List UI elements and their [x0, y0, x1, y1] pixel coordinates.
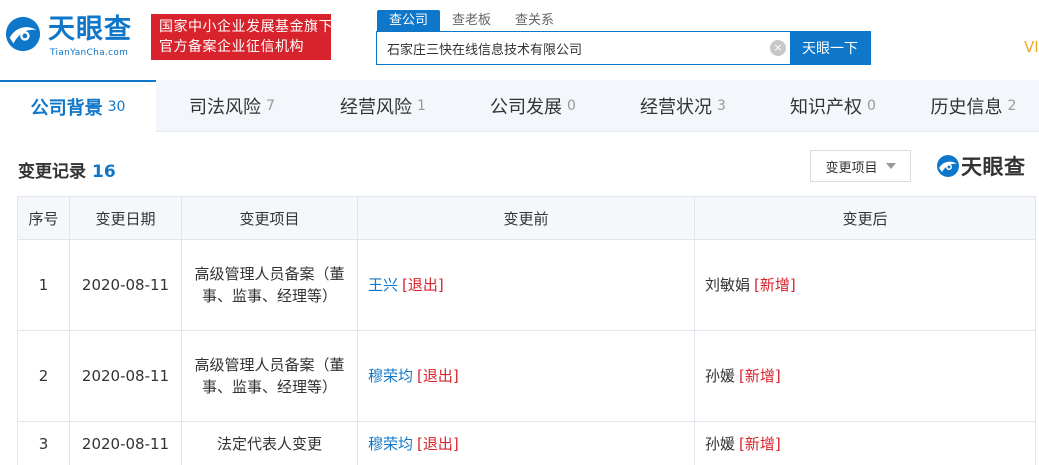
- search-box: × 天眼一下: [376, 31, 871, 65]
- tab-search-relation[interactable]: 查关系: [503, 10, 566, 32]
- search-type-tabs: 查公司 查老板 查关系: [377, 10, 566, 32]
- person-link[interactable]: 穆荣均: [368, 435, 413, 453]
- exit-tag: [退出]: [417, 435, 459, 453]
- column-header-item: 变更项目: [181, 196, 358, 240]
- tab-count: 3: [717, 98, 726, 114]
- tab-label: 公司发展: [490, 97, 563, 118]
- tab-intellectual-property[interactable]: 知识产权 0: [758, 80, 908, 132]
- cell-item: 高级管理人员备案（董事、监事、经理等）: [181, 239, 358, 331]
- change-item-text: 高级管理人员备案（董事、监事、经理等）: [194, 265, 345, 305]
- change-item-text: 法定代表人变更: [216, 435, 322, 453]
- tab-history-info[interactable]: 历史信息 2: [908, 80, 1039, 132]
- cell-after: 孙媛 [新增]: [694, 330, 1036, 422]
- clear-glyph: ×: [770, 40, 786, 56]
- tab-label: 知识产权: [790, 97, 863, 118]
- table-row: 1 2020-08-11 高级管理人员备案（董事、监事、经理等） 王兴 [退出] …: [17, 239, 1036, 331]
- cell-before: 穆荣均 [退出]: [357, 421, 695, 465]
- tab-operating-status[interactable]: 经营状况 3: [608, 80, 758, 132]
- person-name: 刘敏娟: [705, 276, 751, 294]
- gov-badge: 国家中小企业发展基金旗下 官方备案企业征信机构: [151, 14, 333, 60]
- badge-line-1: 国家中小企业发展基金旗下: [159, 19, 333, 35]
- section-count: 16: [92, 162, 116, 182]
- change-record-table: 序号 变更日期 变更项目 变更前 变更后 1 2020-08-11 高级管理人员…: [17, 196, 1036, 465]
- exit-tag: [退出]: [402, 276, 444, 294]
- new-tag: [新增]: [754, 276, 796, 294]
- cell-index: 1: [17, 239, 70, 331]
- change-item-text: 高级管理人员备案（董事、监事、经理等）: [194, 356, 345, 396]
- cell-after: 孙媛 [新增]: [694, 421, 1036, 465]
- column-header-index: 序号: [17, 196, 70, 240]
- tab-count: 2: [1007, 98, 1017, 114]
- section-title: 变更记录 16: [18, 157, 116, 182]
- logo-domain: TianYanCha.com: [50, 48, 129, 58]
- cell-before: 王兴 [退出]: [357, 239, 695, 331]
- table-header-row: 序号 变更日期 变更项目 变更前 变更后: [17, 196, 1036, 240]
- person-name: 孙媛: [705, 435, 736, 453]
- tab-label: 经营状况: [640, 97, 713, 118]
- cell-index: 2: [17, 330, 70, 422]
- person-link[interactable]: 穆荣均: [368, 367, 413, 385]
- cell-date: 2020-08-11: [69, 421, 182, 465]
- tianyancha-logo-icon: [937, 155, 959, 177]
- change-item-filter-dropdown[interactable]: 变更项目: [810, 150, 911, 182]
- person-name: 孙媛: [705, 367, 736, 385]
- tab-judicial-risk[interactable]: 司法风险 7: [156, 80, 308, 132]
- watermark-logo: 天眼查: [936, 152, 1026, 180]
- cell-item: 高级管理人员备案（董事、监事、经理等）: [181, 330, 358, 422]
- vip-link[interactable]: VI: [1024, 38, 1039, 56]
- site-logo[interactable]: 天眼查 TianYanCha.com: [4, 10, 144, 66]
- tab-label: 历史信息: [930, 97, 1003, 118]
- cell-item: 法定代表人变更: [181, 421, 358, 465]
- tab-company-development[interactable]: 公司发展 0: [458, 80, 608, 132]
- clear-search-icon[interactable]: ×: [766, 32, 790, 64]
- cell-before: 穆荣均 [退出]: [357, 330, 695, 422]
- cell-index: 3: [17, 421, 70, 465]
- column-header-after: 变更后: [694, 196, 1036, 240]
- tab-count: 1: [417, 98, 426, 114]
- filter-label: 变更项目: [825, 160, 878, 176]
- search-button[interactable]: 天眼一下: [790, 32, 870, 64]
- column-header-before: 变更前: [357, 196, 695, 240]
- column-header-date: 变更日期: [69, 196, 182, 240]
- person-link[interactable]: 王兴: [368, 276, 398, 294]
- table-row: 2 2020-08-11 高级管理人员备案（董事、监事、经理等） 穆荣均 [退出]…: [17, 330, 1036, 422]
- company-nav: 公司背景 30 司法风险 7 经营风险 1 公司发展 0 经营状况 3 知识产权 0 历史信…: [0, 80, 1039, 132]
- tab-count: 0: [567, 98, 576, 114]
- tab-count: 30: [107, 99, 126, 115]
- top-header: 天眼查 TianYanCha.com 国家中小企业发展基金旗下 官方备案企业征信…: [0, 0, 1039, 80]
- caret-down-icon: [885, 163, 896, 169]
- section-title-text: 变更记录: [18, 162, 86, 182]
- watermark-text: 天眼查: [961, 155, 1026, 179]
- tab-count: 7: [266, 98, 275, 114]
- table-row: 3 2020-08-11 法定代表人变更 穆荣均 [退出] 孙媛 [新增]: [17, 421, 1036, 465]
- tianyancha-logo-icon: [5, 16, 41, 52]
- tab-company-background[interactable]: 公司背景 30: [0, 80, 156, 132]
- exit-tag: [退出]: [417, 367, 459, 385]
- search-input[interactable]: [377, 32, 766, 64]
- tab-search-company[interactable]: 查公司: [377, 10, 441, 32]
- new-tag: [新增]: [739, 435, 781, 453]
- tab-label: 司法风险: [189, 97, 262, 118]
- cell-date: 2020-08-11: [69, 330, 182, 422]
- tab-count: 0: [867, 98, 876, 114]
- badge-line-2: 官方备案企业征信机构: [159, 39, 304, 55]
- cell-date: 2020-08-11: [69, 239, 182, 331]
- tab-business-risk[interactable]: 经营风险 1: [308, 80, 458, 132]
- tab-label: 经营风险: [340, 97, 413, 118]
- cell-after: 刘敏娟 [新增]: [694, 239, 1036, 331]
- new-tag: [新增]: [739, 367, 781, 385]
- logo-text: 天眼查: [48, 14, 132, 45]
- tab-search-boss[interactable]: 查老板: [440, 10, 503, 32]
- tab-label: 公司背景: [30, 98, 103, 119]
